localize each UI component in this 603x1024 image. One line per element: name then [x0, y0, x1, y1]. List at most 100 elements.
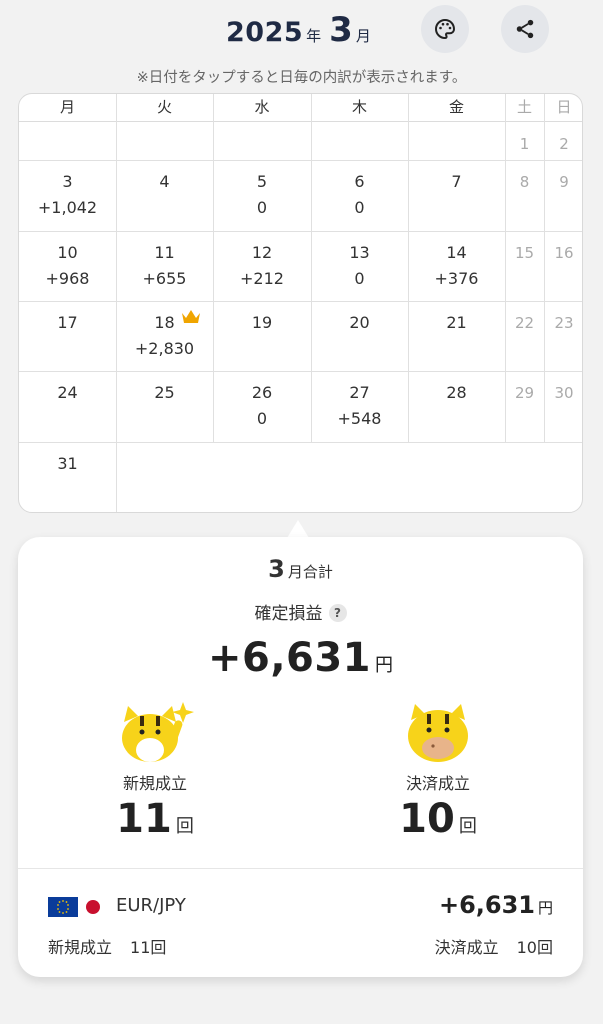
day-number: 23 [554, 314, 574, 332]
day-cell[interactable]: 31 [19, 442, 116, 512]
day-cell[interactable]: 50 [213, 160, 311, 231]
closed-orders-count: 10 [399, 796, 455, 842]
pair-new-orders: 新規成立 11回 [48, 934, 166, 958]
month-unit: 月 [355, 27, 371, 45]
pair-closed-orders: 決済成立 10回 [435, 934, 553, 958]
day-cell[interactable]: 27 +548 [311, 371, 408, 442]
day-cell[interactable]: 4 [116, 160, 213, 231]
day-cell[interactable]: 13 0 [311, 231, 408, 301]
day-number: 7 [451, 172, 462, 191]
weekday-6: 日 [556, 98, 572, 116]
day-cell[interactable]: 18 +2,830 [116, 301, 213, 371]
day-number: 20 [349, 313, 370, 332]
day-number: 19 [251, 313, 273, 332]
day-number: 27 [349, 383, 370, 402]
help-icon[interactable]: ? [328, 604, 347, 622]
day-cell[interactable]: 1 [505, 122, 544, 160]
day-cell[interactable]: 12 +212 [213, 231, 311, 301]
day-cell[interactable]: 20 [311, 301, 408, 371]
day-number: 21 [446, 313, 467, 332]
day-cell[interactable]: 19 [213, 301, 311, 371]
new-orders-label: 新規成立 [122, 774, 187, 793]
day-cell[interactable]: 25 [116, 371, 213, 442]
day-cell[interactable]: 15 [505, 231, 544, 301]
year-text: 2025 [226, 17, 304, 48]
day-cell[interactable]: 26 0 [213, 371, 311, 442]
day-number: 6 [354, 172, 365, 191]
share-icon [516, 19, 534, 39]
day-cell[interactable]: 14 +376 [408, 231, 505, 301]
day-cell[interactable]: 22 [505, 301, 544, 371]
pair-name: EUR/JPY [116, 895, 186, 916]
day-pl-value: 0 [354, 269, 365, 288]
day-cell[interactable]: 28 [408, 371, 505, 442]
day-number: 25 [154, 383, 175, 402]
day-cell[interactable]: 9 [544, 160, 582, 231]
col-divider [116, 442, 117, 512]
day-number: 1 [519, 135, 530, 153]
weekday-1: 火 [156, 98, 172, 116]
month-text: 3 [329, 10, 353, 50]
day-cell[interactable]: 11 +655 [116, 231, 213, 301]
day-number: 24 [57, 383, 78, 402]
day-cell[interactable]: 2 [544, 122, 582, 160]
day-number: 10 [57, 243, 78, 262]
eu-stars-icon [57, 900, 69, 914]
palette-button[interactable] [421, 5, 469, 53]
day-number: 5 [256, 172, 268, 191]
day-number: 2 [559, 135, 569, 153]
day-pl-value: +548 [337, 409, 382, 428]
day-cell[interactable]: 10 +968 [19, 231, 116, 301]
day-number: 14 [446, 243, 467, 262]
summary-title: 3 月合計 [18, 555, 583, 583]
summary-title-suffix: 月合計 [287, 563, 333, 581]
pair-new-count: 11回 [130, 938, 167, 957]
closed-orders-label: 決済成立 [405, 774, 470, 793]
day-number: 31 [57, 454, 78, 473]
day-cell[interactable]: 23 [544, 301, 582, 371]
day-number: 3 [62, 172, 73, 191]
day-number: 8 [519, 173, 530, 191]
weekday-2: 水 [254, 98, 270, 116]
day-pl-value: +212 [240, 269, 284, 288]
weekday-5: 土 [516, 98, 532, 116]
new-orders-stat: 新規成立 11 回 [55, 702, 255, 842]
day-number: 17 [57, 313, 78, 332]
pl-amount-unit: 円 [375, 655, 394, 676]
day-cell[interactable]: 30 [544, 371, 582, 442]
day-number: 22 [514, 314, 535, 332]
pair-new-label: 新規成立 [48, 938, 113, 957]
day-cell[interactable]: 29 [505, 371, 544, 442]
pair-close-label: 決済成立 [434, 938, 499, 957]
day-cell[interactable]: 3 +1,042 [19, 160, 116, 231]
realized-pl-amount: +6,631 円 [18, 635, 583, 681]
header: 2025 年 3 月 [0, 0, 603, 62]
pair-amount-value: +6,631 [438, 891, 535, 919]
monthly-summary-card: 3 月合計 確定損益? +6,631 円 新規成立 11 回 決済成立 10 回… [18, 537, 583, 977]
day-number: 16 [554, 244, 574, 262]
realized-pl-label: 確定損益? [18, 599, 583, 624]
day-number: 9 [559, 173, 569, 191]
day-number: 28 [446, 383, 467, 402]
calendar: 月火水木金土日 1 2 3 +1,042 4 5 0 6 0 7 8 9 10 +968 11 +655 12 +… [18, 93, 583, 513]
tap-hint: ※日付をタップすると日毎の内訳が表示されます。 [136, 70, 467, 86]
day-cell[interactable]: 8 [505, 160, 544, 231]
new-orders-unit: 回 [175, 816, 194, 837]
new-orders-count: 11 [116, 796, 172, 842]
day-cell[interactable]: 7 [408, 160, 505, 231]
day-cell[interactable]: 60 [311, 160, 408, 231]
day-cell[interactable]: 24 [19, 371, 116, 442]
day-cell[interactable]: 21 [408, 301, 505, 371]
day-pl-value: 0 [256, 409, 268, 428]
closed-orders-unit: 回 [458, 816, 477, 837]
day-number: 29 [514, 384, 535, 402]
day-number: 30 [554, 384, 574, 402]
day-number: 12 [251, 243, 273, 262]
day-pl-value: +376 [434, 269, 479, 288]
tiger-mascot-sparkle-icon [122, 702, 194, 762]
share-button[interactable] [501, 5, 549, 53]
day-cell[interactable]: 16 [544, 231, 582, 301]
day-cell[interactable]: 17 [19, 301, 116, 371]
pair-close-count: 10回 [516, 938, 553, 957]
currency-pair-row[interactable]: EUR/JPY +6,631 円 [48, 891, 553, 925]
